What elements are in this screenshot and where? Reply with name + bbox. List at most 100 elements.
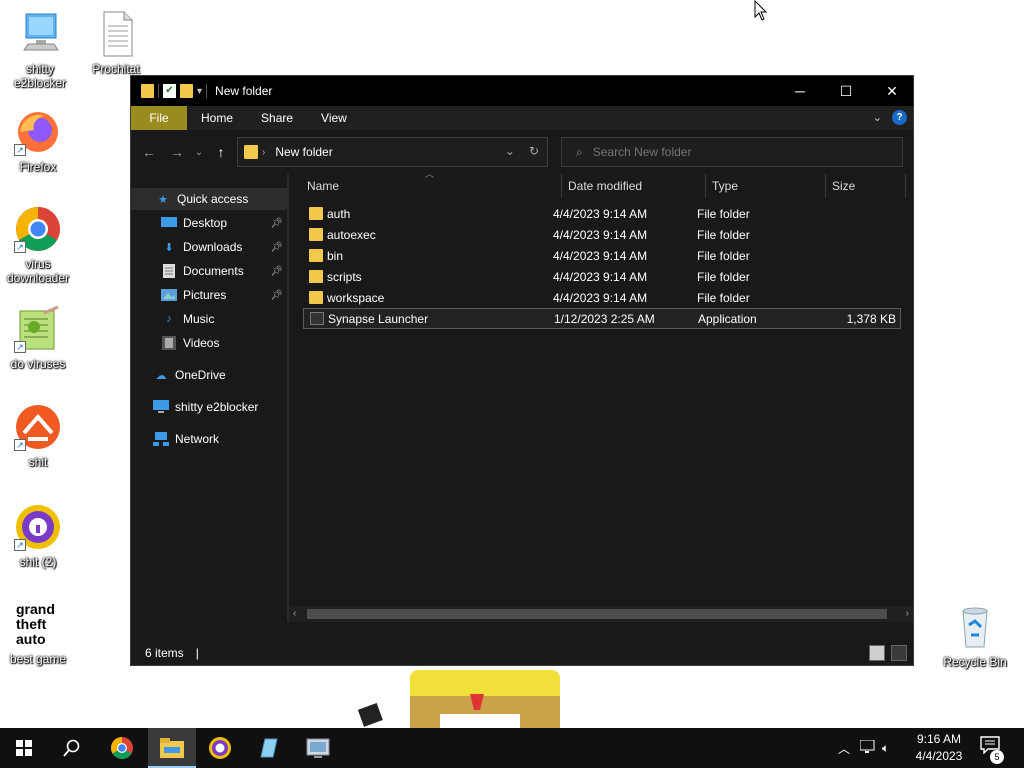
back-arrow-icon[interactable]: ← <box>135 144 163 160</box>
tab-view[interactable]: View <box>307 106 361 130</box>
column-divider[interactable] <box>705 174 706 198</box>
nav-item-videos[interactable]: Videos <box>131 332 287 354</box>
nav-item-label: Downloads <box>183 240 243 254</box>
brave-icon[interactable] <box>196 728 244 768</box>
navigation-pane: ★ Quick access Desktop 📌︎ ⬇ Downloads 📌︎… <box>131 174 287 622</box>
file-row-auth[interactable]: auth 4/4/2023 9:14 AM File folder <box>303 203 901 224</box>
svg-text:grand: grand <box>16 601 55 617</box>
column-header-name[interactable]: Name <box>307 174 339 198</box>
documents-icon <box>161 264 177 278</box>
properties-icon[interactable]: ✔ <box>163 84 176 98</box>
column-header-type[interactable]: Type <box>712 174 738 198</box>
folder-icon <box>309 207 323 220</box>
search-box[interactable]: ⌕ <box>561 137 903 167</box>
file-row-workspace[interactable]: workspace 4/4/2023 9:14 AM File folder <box>303 287 901 308</box>
shortcut-arrow-icon: ↗ <box>14 439 26 451</box>
details-view-icon[interactable] <box>869 645 885 661</box>
tab-file[interactable]: File <box>131 106 187 130</box>
desktop-icon-label: Firefox <box>19 160 57 174</box>
file-name: autoexec <box>327 227 376 242</box>
address-bar[interactable]: › New folder ⌄ ↻ <box>237 137 548 167</box>
address-dropdown-icon[interactable]: ⌄ <box>505 144 515 158</box>
pin-icon[interactable]: 📌︎ <box>270 266 283 277</box>
file-row-autoexec[interactable]: autoexec 4/4/2023 9:14 AM File folder <box>303 224 901 245</box>
show-hidden-icons-icon[interactable]: ︿ <box>838 740 850 757</box>
gta-icon: grand theft auto <box>14 600 62 648</box>
scroll-left-icon[interactable]: ‹ <box>293 606 296 622</box>
file-explorer-icon[interactable] <box>148 728 196 768</box>
expand-ribbon-icon[interactable]: ⌄ <box>873 111 882 124</box>
chrome-icon[interactable] <box>98 728 146 768</box>
nav-item-network[interactable]: Network <box>131 428 287 450</box>
notepad-icon[interactable] <box>244 728 292 768</box>
scrollbar-thumb[interactable] <box>307 609 887 619</box>
maximize-button[interactable]: ☐ <box>823 76 869 106</box>
tab-home[interactable]: Home <box>187 106 247 130</box>
nav-item-documents[interactable]: Documents 📌︎ <box>131 260 287 282</box>
nav-item-downloads[interactable]: ⬇ Downloads 📌︎ <box>131 236 287 258</box>
desktop-icon-shit[interactable]: ↗ shit <box>0 403 76 469</box>
volume-icon[interactable]: 🔈︎ <box>882 741 889 756</box>
column-divider[interactable] <box>905 174 906 198</box>
up-arrow-icon[interactable]: ↑ <box>207 144 235 160</box>
shortcut-arrow-icon: ↗ <box>14 341 26 353</box>
title-bar[interactable]: ✔ ▾ New folder ─ ☐ ✕ <box>131 76 913 106</box>
file-type: Application <box>698 311 757 326</box>
wallpaper-character <box>350 666 590 728</box>
nav-item-quick-access[interactable]: ★ Quick access <box>131 188 287 210</box>
scroll-right-icon[interactable]: › <box>906 606 909 622</box>
column-divider[interactable] <box>561 174 562 198</box>
nav-item-label: Music <box>183 312 215 326</box>
refresh-icon[interactable]: ↻ <box>529 144 539 158</box>
desktop-icon-this-pc[interactable]: shitty e2blocker <box>2 10 78 90</box>
recycle-bin-icon <box>951 603 999 651</box>
pin-icon[interactable]: 📌︎ <box>270 218 283 229</box>
taskbar-clock[interactable]: 9:16 AM 4/4/2023 <box>904 731 974 765</box>
desktop-icon-do-viruses[interactable]: ↗ do viruses <box>0 305 76 371</box>
column-header-size[interactable]: Size <box>832 174 855 198</box>
file-row-scripts[interactable]: scripts 4/4/2023 9:14 AM File folder <box>303 266 901 287</box>
pin-icon[interactable]: 📌︎ <box>270 242 283 253</box>
desktop-icon-best-game[interactable]: grand theft auto best game <box>0 600 76 666</box>
chevron-right-icon[interactable]: › <box>262 147 265 158</box>
ribbon-tabs: File Home Share View ⌄ ? <box>131 106 913 130</box>
nav-item-desktop[interactable]: Desktop 📌︎ <box>131 212 287 234</box>
desktop-icon-recycle-bin[interactable]: Recycle Bin <box>937 603 1013 669</box>
horizontal-scrollbar[interactable]: ‹ › <box>289 606 913 622</box>
minimize-button[interactable]: ─ <box>777 76 823 106</box>
shortcut-arrow-icon: ↗ <box>14 539 26 551</box>
nav-item-label: OneDrive <box>175 368 226 382</box>
desktop-icon-shit-2[interactable]: ↗ shit (2) <box>0 503 76 569</box>
file-row-bin[interactable]: bin 4/4/2023 9:14 AM File folder <box>303 245 901 266</box>
new-folder-icon[interactable] <box>180 84 193 98</box>
column-divider[interactable] <box>825 174 826 198</box>
forward-arrow-icon[interactable]: → <box>163 144 191 160</box>
application-icon <box>310 312 324 325</box>
nav-item-this-pc[interactable]: shitty e2blocker <box>131 396 287 418</box>
nav-item-pictures[interactable]: Pictures 📌︎ <box>131 284 287 306</box>
nav-item-onedrive[interactable]: ☁ OneDrive <box>131 364 287 386</box>
customize-toolbar-icon[interactable]: ▾ <box>197 86 202 97</box>
large-icons-view-icon[interactable] <box>891 645 907 661</box>
help-icon[interactable]: ? <box>892 110 907 125</box>
item-count: 6 items <box>145 646 184 660</box>
desktop-icon-firefox[interactable]: ↗ Firefox <box>0 108 76 174</box>
file-row-synapse-launcher[interactable]: Synapse Launcher 1/12/2023 2:25 AM Appli… <box>303 308 901 329</box>
search-input[interactable] <box>592 145 873 159</box>
breadcrumb[interactable]: New folder <box>275 145 332 159</box>
close-button[interactable]: ✕ <box>869 76 915 106</box>
nav-item-music[interactable]: ♪ Music <box>131 308 287 330</box>
network-icon[interactable] <box>859 739 876 757</box>
column-header-date[interactable]: Date modified <box>568 174 642 198</box>
search-icon[interactable] <box>48 728 96 768</box>
desktop-icon-virus-downloader[interactable]: ↗ virus downloader <box>0 205 76 285</box>
tab-share[interactable]: Share <box>247 106 307 130</box>
recent-locations-icon[interactable]: ⌄ <box>191 147 207 158</box>
file-type: File folder <box>697 269 750 284</box>
toolbar-separator <box>206 84 208 98</box>
control-panel-icon[interactable] <box>294 728 342 768</box>
start-icon[interactable] <box>0 728 48 768</box>
desktop-icon-prochitat[interactable]: Prochitat <box>78 10 154 76</box>
pin-icon[interactable]: 📌︎ <box>270 290 283 301</box>
videos-icon <box>161 336 177 350</box>
